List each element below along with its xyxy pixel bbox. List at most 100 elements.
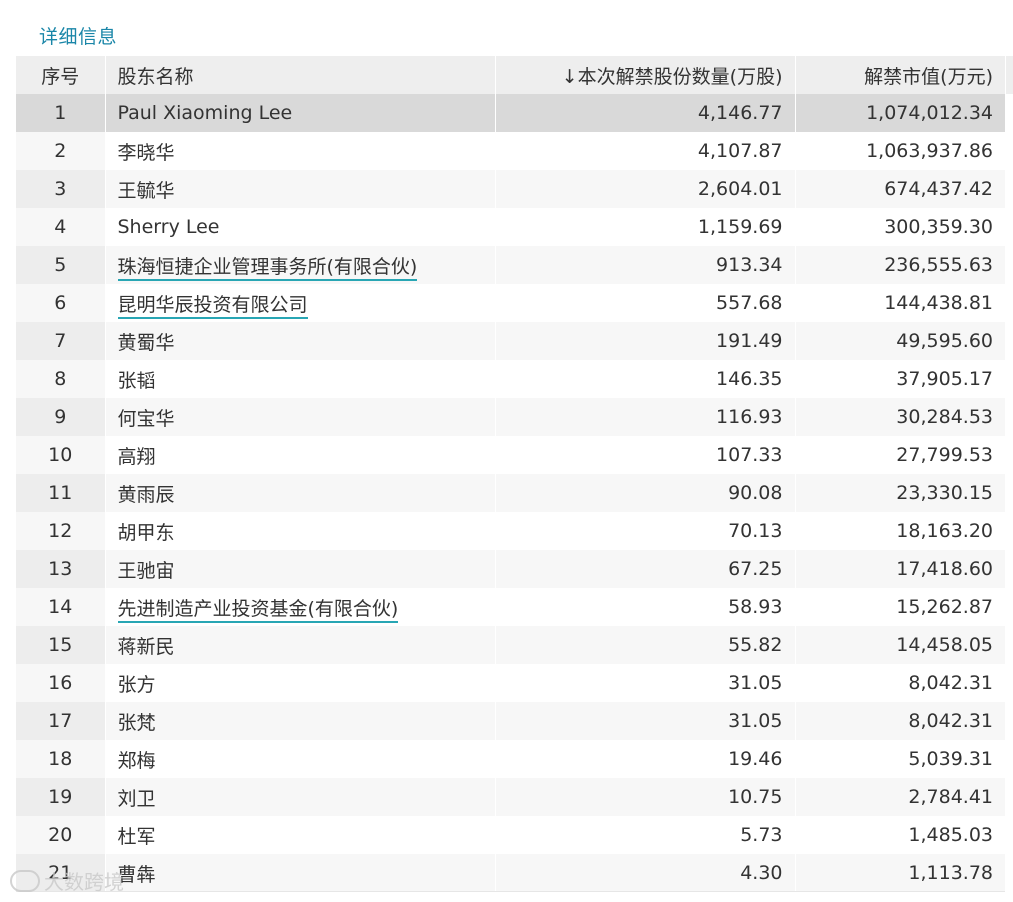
table-row[interactable]: 19 刘卫 10.75 2,784.41 [16, 778, 1005, 816]
table-row[interactable]: 7 黄蜀华 191.49 49,595.60 [16, 322, 1005, 360]
row-unlock-value: 1,485.03 [794, 816, 1005, 854]
row-unlock-shares: 55.82 [494, 626, 795, 664]
table-row[interactable]: 18 郑梅 19.46 5,039.31 [16, 740, 1005, 778]
row-seq: 14 [16, 588, 105, 626]
row-holder-name-cell: 杜军 [104, 816, 495, 854]
table-row[interactable]: 11 黄雨辰 90.08 23,330.15 [16, 474, 1005, 512]
row-unlock-shares: 31.05 [494, 664, 795, 702]
row-seq: 11 [16, 474, 105, 512]
row-unlock-value: 27,799.53 [794, 436, 1005, 474]
table-row[interactable]: 13 王驰宙 67.25 17,418.60 [16, 550, 1005, 588]
table-row[interactable]: 6 昆明华辰投资有限公司 557.68 144,438.81 [16, 284, 1005, 322]
row-unlock-shares: 90.08 [494, 474, 795, 512]
row-holder-name-cell: 张方 [104, 664, 495, 702]
row-seq: 20 [16, 816, 105, 854]
table-row[interactable]: 8 张韬 146.35 37,905.17 [16, 360, 1005, 398]
holder-name: 郑梅 [117, 749, 156, 772]
row-unlock-shares: 557.68 [494, 284, 795, 322]
table-row[interactable]: 1 Paul Xiaoming Lee 4,146.77 1,074,012.34 [16, 94, 1005, 132]
row-holder-name-cell: 曹犇 [104, 854, 495, 891]
header-unlock-shares-sort[interactable]: ↓本次解禁股份数量(万股) [494, 56, 795, 94]
holder-name-link[interactable]: 先进制造产业投资基金(有限合伙) [117, 597, 399, 623]
table-row[interactable]: 3 王毓华 2,604.01 674,437.42 [16, 170, 1005, 208]
table-row[interactable]: 5 珠海恒捷企业管理事务所(有限合伙) 913.34 236,555.63 [16, 246, 1005, 284]
holder-name: Paul Xiaoming Lee [117, 102, 293, 124]
table-row[interactable]: 21 曹犇 4.30 1,113.78 [16, 854, 1005, 891]
row-unlock-shares: 10.75 [494, 778, 795, 816]
row-unlock-value: 2,784.41 [794, 778, 1005, 816]
scrollbar-track[interactable] [1006, 56, 1013, 94]
row-seq: 1 [16, 94, 105, 132]
row-seq: 10 [16, 436, 105, 474]
header-unlock-value[interactable]: 解禁市值(万元) [794, 56, 1005, 94]
holder-name: 黄雨辰 [117, 483, 175, 506]
row-holder-name-cell: Sherry Lee [104, 208, 495, 246]
table-body: 1 Paul Xiaoming Lee 4,146.77 1,074,012.34 2 李… [16, 94, 1005, 891]
row-seq: 12 [16, 512, 105, 550]
row-unlock-value: 30,284.53 [794, 398, 1005, 436]
row-seq: 4 [16, 208, 105, 246]
header-seq: 序号 [16, 56, 105, 94]
row-unlock-value: 37,905.17 [794, 360, 1005, 398]
row-unlock-value: 1,113.78 [794, 854, 1005, 891]
table-row[interactable]: 9 何宝华 116.93 30,284.53 [16, 398, 1005, 436]
row-holder-name-cell: 张韬 [104, 360, 495, 398]
row-unlock-value: 236,555.63 [794, 246, 1005, 284]
row-holder-name-cell: 黄蜀华 [104, 322, 495, 360]
row-seq: 13 [16, 550, 105, 588]
row-unlock-value: 18,163.20 [794, 512, 1005, 550]
holder-name: 张方 [117, 673, 156, 696]
unlock-detail-table-container: 序号 股东名称 ↓本次解禁股份数量(万股) 解禁市值(万元) 1 Paul Xia… [16, 56, 1005, 892]
table-row[interactable]: 12 胡甲东 70.13 18,163.20 [16, 512, 1005, 550]
unlock-detail-table: 序号 股东名称 ↓本次解禁股份数量(万股) 解禁市值(万元) 1 Paul Xia… [16, 56, 1005, 891]
holder-name: 黄蜀华 [117, 331, 175, 354]
table-row[interactable]: 20 杜军 5.73 1,485.03 [16, 816, 1005, 854]
holder-name-link[interactable]: 昆明华辰投资有限公司 [117, 293, 308, 319]
table-row[interactable]: 14 先进制造产业投资基金(有限合伙) 58.93 15,262.87 [16, 588, 1005, 626]
holder-name: Sherry Lee [117, 216, 220, 238]
row-unlock-value: 8,042.31 [794, 702, 1005, 740]
row-seq: 8 [16, 360, 105, 398]
header-holder-name: 股东名称 [104, 56, 495, 94]
row-seq: 5 [16, 246, 105, 284]
table-row[interactable]: 16 张方 31.05 8,042.31 [16, 664, 1005, 702]
row-holder-name-cell: 昆明华辰投资有限公司 [104, 284, 495, 322]
row-unlock-shares: 67.25 [494, 550, 795, 588]
row-unlock-value: 23,330.15 [794, 474, 1005, 512]
table-row[interactable]: 15 蒋新民 55.82 14,458.05 [16, 626, 1005, 664]
row-holder-name-cell: 李晓华 [104, 132, 495, 170]
row-unlock-value: 15,262.87 [794, 588, 1005, 626]
table-row[interactable]: 2 李晓华 4,107.87 1,063,937.86 [16, 132, 1005, 170]
table-row[interactable]: 17 张梵 31.05 8,042.31 [16, 702, 1005, 740]
row-seq: 6 [16, 284, 105, 322]
row-unlock-value: 49,595.60 [794, 322, 1005, 360]
row-unlock-shares: 107.33 [494, 436, 795, 474]
row-seq: 16 [16, 664, 105, 702]
row-unlock-value: 1,074,012.34 [794, 94, 1005, 132]
row-unlock-value: 674,437.42 [794, 170, 1005, 208]
table-row[interactable]: 4 Sherry Lee 1,159.69 300,359.30 [16, 208, 1005, 246]
row-seq: 19 [16, 778, 105, 816]
row-unlock-shares: 4,146.77 [494, 94, 795, 132]
row-unlock-value: 5,039.31 [794, 740, 1005, 778]
holder-name-link[interactable]: 珠海恒捷企业管理事务所(有限合伙) [117, 255, 418, 281]
row-holder-name-cell: 蒋新民 [104, 626, 495, 664]
row-unlock-shares: 5.73 [494, 816, 795, 854]
row-seq: 17 [16, 702, 105, 740]
row-unlock-shares: 19.46 [494, 740, 795, 778]
row-unlock-value: 8,042.31 [794, 664, 1005, 702]
row-unlock-shares: 31.05 [494, 702, 795, 740]
row-holder-name-cell: 珠海恒捷企业管理事务所(有限合伙) [104, 246, 495, 284]
holder-name: 杜军 [117, 825, 156, 848]
row-unlock-value: 1,063,937.86 [794, 132, 1005, 170]
row-holder-name-cell: 刘卫 [104, 778, 495, 816]
holder-name: 刘卫 [117, 787, 156, 810]
row-unlock-shares: 1,159.69 [494, 208, 795, 246]
holder-name: 高翔 [117, 445, 156, 468]
row-seq: 18 [16, 740, 105, 778]
row-holder-name-cell: 胡甲东 [104, 512, 495, 550]
watermark-logo-icon [10, 869, 40, 892]
row-holder-name-cell: 郑梅 [104, 740, 495, 778]
table-row[interactable]: 10 高翔 107.33 27,799.53 [16, 436, 1005, 474]
header-row: 序号 股东名称 ↓本次解禁股份数量(万股) 解禁市值(万元) [16, 56, 1005, 94]
